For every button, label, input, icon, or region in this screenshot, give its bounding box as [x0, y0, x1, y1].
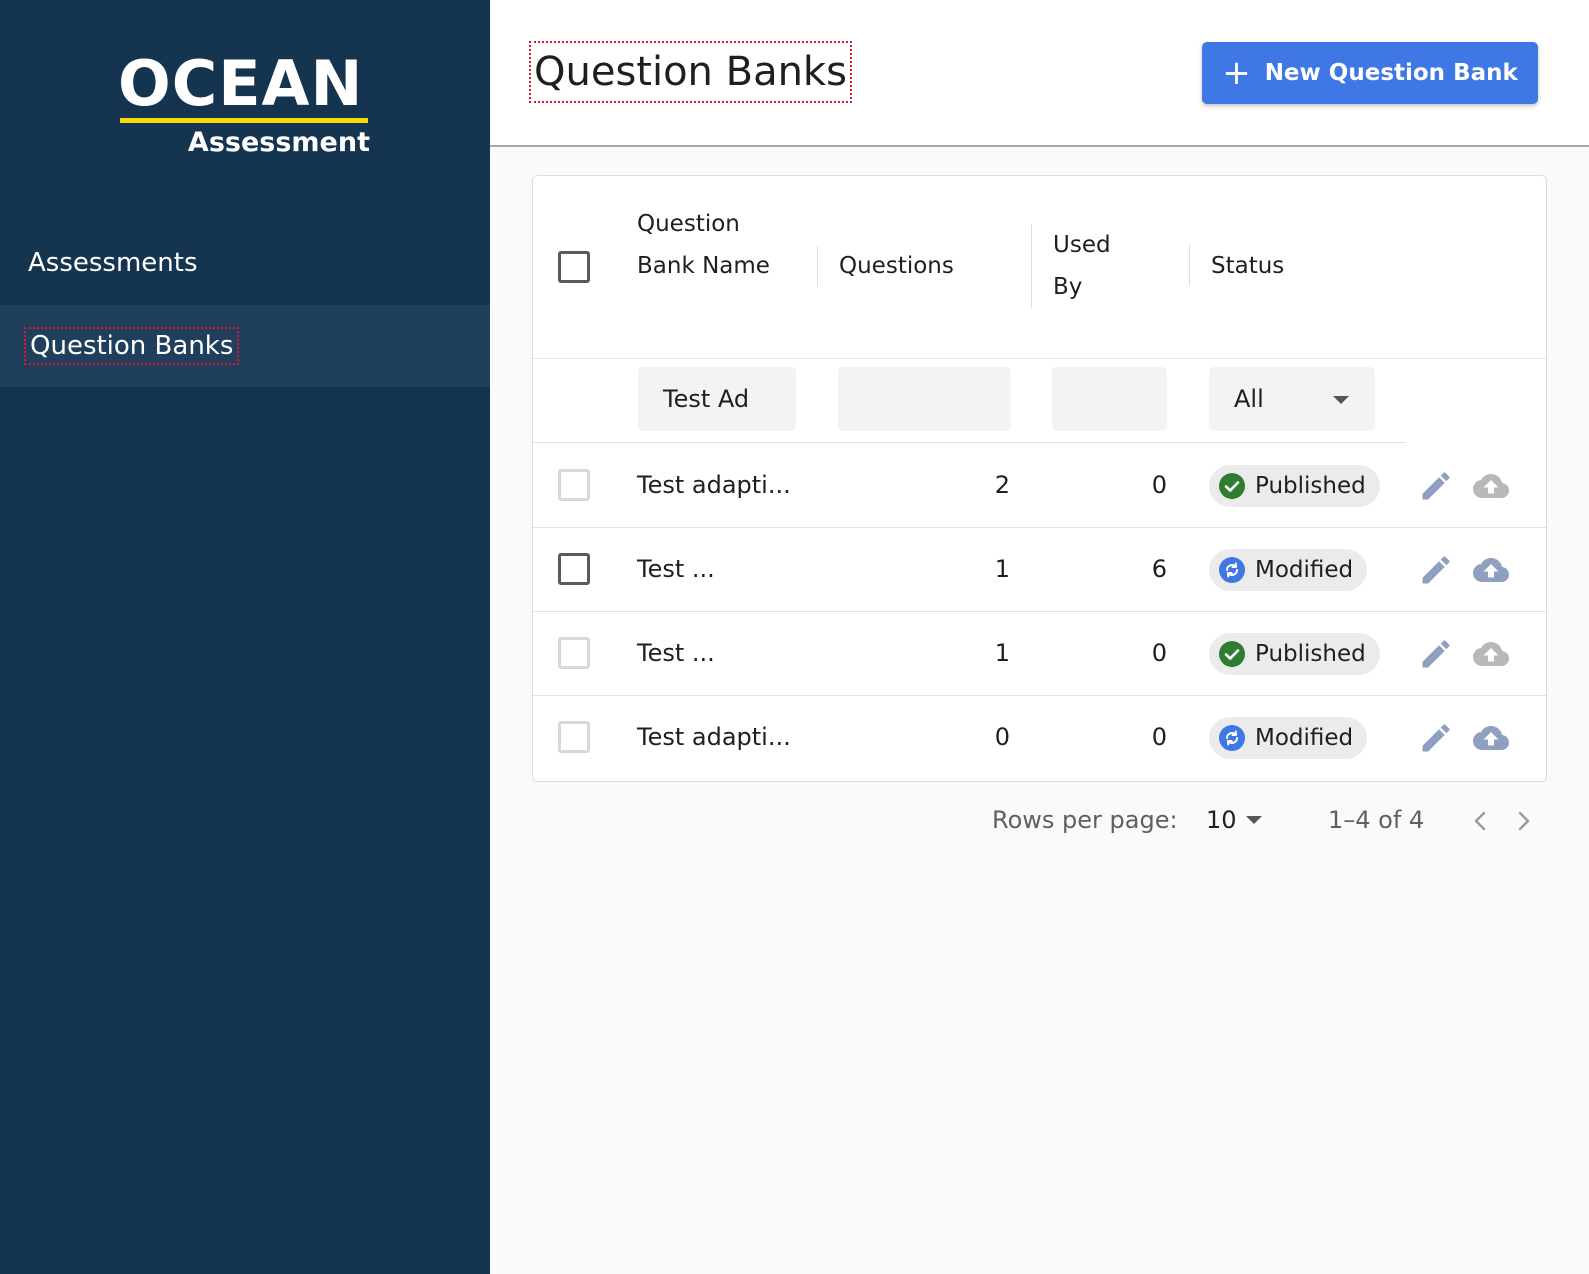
- sidebar-item-label: Assessments: [28, 248, 198, 278]
- rows-per-page-value: 10: [1206, 806, 1237, 834]
- chevron-down-icon: [1333, 396, 1349, 404]
- edit-icon[interactable]: [1418, 636, 1458, 672]
- status-label: Modified: [1255, 557, 1354, 583]
- edit-icon[interactable]: [1418, 552, 1458, 588]
- row-checkbox[interactable]: [558, 637, 590, 669]
- column-header-used-by[interactable]: Used By: [1053, 224, 1133, 308]
- cloud-upload-icon[interactable]: [1468, 636, 1514, 672]
- row-used-by: 6: [1151, 555, 1167, 583]
- plus-icon: +: [1222, 53, 1251, 93]
- column-header-questions[interactable]: Questions: [839, 245, 954, 287]
- row-name: Test adapti...: [637, 723, 791, 751]
- rows-per-page-label: Rows per page:: [992, 806, 1178, 834]
- page-header: Question Banks + New Question Bank: [490, 0, 1589, 147]
- status-filter-select[interactable]: All: [1209, 367, 1375, 431]
- new-question-bank-button[interactable]: + New Question Bank: [1202, 42, 1538, 104]
- column-separator[interactable]: [1031, 224, 1032, 308]
- status-badge: Published: [1209, 465, 1380, 507]
- table-row[interactable]: Test adapti... 2 0 Published: [533, 443, 1546, 528]
- row-used-by: 0: [1151, 639, 1167, 667]
- logo-subtitle: Assessment: [187, 127, 370, 158]
- check-circle-icon: [1219, 641, 1245, 667]
- status-label: Published: [1255, 641, 1366, 667]
- status-label: Published: [1255, 473, 1366, 499]
- table-row[interactable]: Test adapti... 0 0 Modified: [533, 695, 1546, 780]
- table-row[interactable]: Test ... 1 6 Modified: [533, 527, 1546, 612]
- question-banks-table: Question Bank Name Questions Used By Sta…: [532, 175, 1547, 782]
- cloud-upload-icon[interactable]: [1468, 552, 1514, 588]
- table-header-row: Question Bank Name Questions Used By Sta…: [533, 176, 1546, 359]
- edit-icon[interactable]: [1418, 720, 1458, 756]
- row-checkbox[interactable]: [558, 721, 590, 753]
- row-used-by: 0: [1151, 723, 1167, 751]
- sidebar: OCEAN Assessment Assessments Question Ba…: [0, 0, 490, 1274]
- row-questions: 2: [994, 471, 1010, 499]
- used-by-filter-input[interactable]: [1052, 367, 1167, 431]
- row-checkbox[interactable]: [558, 469, 590, 501]
- status-badge: Modified: [1209, 549, 1368, 591]
- column-separator[interactable]: [817, 246, 818, 286]
- sync-circle-icon: [1219, 725, 1245, 751]
- cloud-upload-icon[interactable]: [1468, 468, 1514, 504]
- sidebar-item-assessments[interactable]: Assessments: [0, 222, 490, 304]
- chevron-down-icon: [1246, 816, 1262, 824]
- select-all-checkbox[interactable]: [558, 251, 590, 283]
- check-circle-icon: [1219, 473, 1245, 499]
- edit-icon[interactable]: [1418, 468, 1458, 504]
- previous-page-icon[interactable]: [1466, 806, 1496, 836]
- row-name: Test adapti...: [637, 471, 791, 499]
- next-page-icon[interactable]: [1508, 806, 1538, 836]
- rows-per-page-select[interactable]: 10: [1206, 800, 1276, 840]
- table-row[interactable]: Test ... 1 0 Published: [533, 611, 1546, 696]
- page-title: Question Banks: [529, 41, 852, 103]
- status-badge: Published: [1209, 633, 1380, 675]
- row-questions: 1: [994, 555, 1010, 583]
- row-checkbox[interactable]: [558, 553, 590, 585]
- cloud-upload-icon[interactable]: [1468, 720, 1514, 756]
- row-questions: 1: [994, 639, 1010, 667]
- column-header-name[interactable]: Question Bank Name: [637, 203, 797, 287]
- status-badge: Modified: [1209, 717, 1368, 759]
- column-header-status[interactable]: Status: [1211, 245, 1284, 287]
- filter-row: Test Ad All: [533, 359, 1546, 443]
- status-label: Modified: [1255, 725, 1354, 751]
- ocean-logo[interactable]: OCEAN Assessment: [118, 50, 370, 160]
- row-used-by: 0: [1151, 471, 1167, 499]
- sidebar-item-question-banks[interactable]: Question Banks: [0, 305, 490, 387]
- sync-circle-icon: [1219, 557, 1245, 583]
- column-separator[interactable]: [1189, 244, 1190, 286]
- row-questions: 0: [994, 723, 1010, 751]
- row-name: Test ...: [637, 555, 715, 583]
- sidebar-item-label: Question Banks: [23, 327, 240, 365]
- status-filter-value: All: [1234, 385, 1264, 413]
- questions-filter-input[interactable]: [838, 367, 1011, 431]
- pagination-range: 1–4 of 4: [1328, 806, 1425, 834]
- logo-brand: OCEAN: [118, 47, 364, 120]
- logo-underline: [120, 118, 368, 123]
- name-filter-input[interactable]: Test Ad: [638, 367, 796, 431]
- new-question-bank-label: New Question Bank: [1264, 60, 1518, 86]
- row-name: Test ...: [637, 639, 715, 667]
